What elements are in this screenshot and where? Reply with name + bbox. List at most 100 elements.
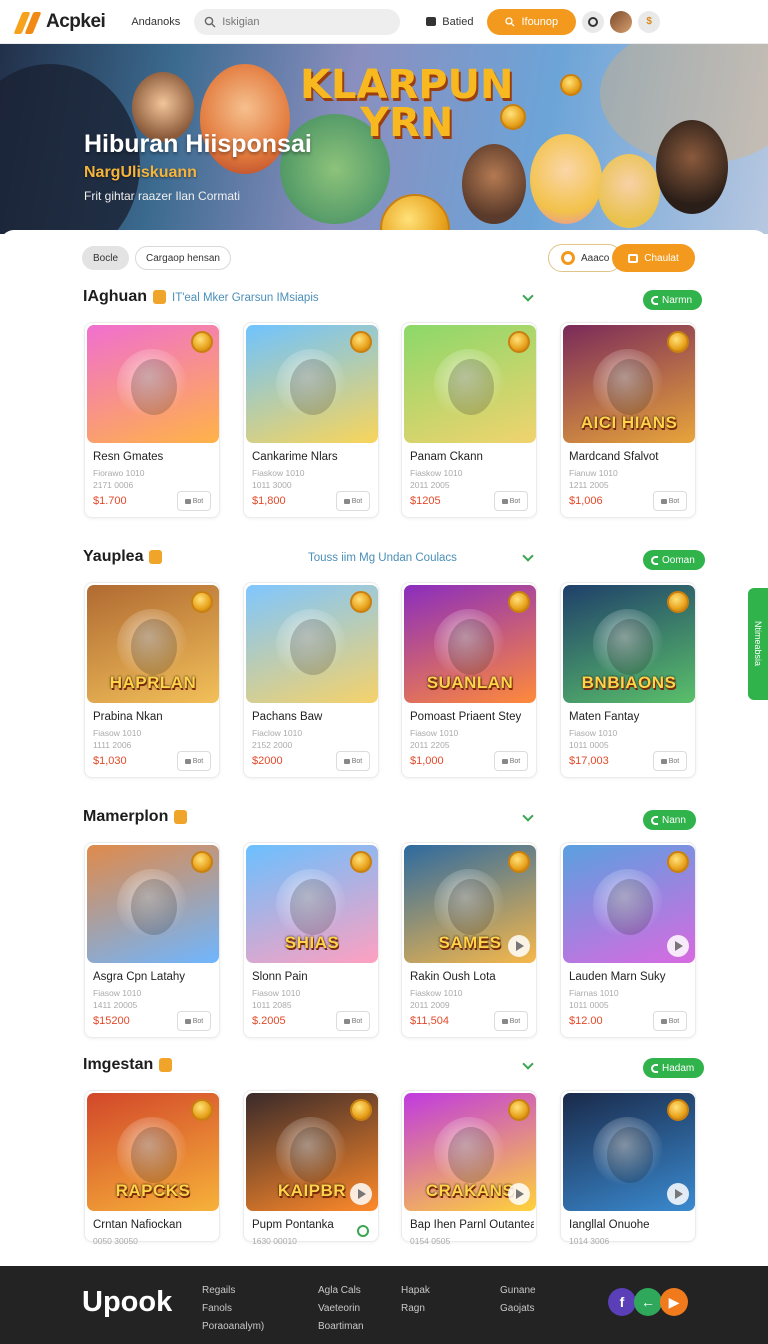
add-to-cart-button[interactable]: Bot bbox=[653, 751, 687, 771]
game-thumbnail[interactable]: CRAKANS bbox=[404, 1093, 536, 1211]
filter-chip-category[interactable]: Cargaop hensan bbox=[135, 246, 231, 270]
game-thumbnail[interactable] bbox=[246, 585, 378, 703]
game-price: $2000 bbox=[252, 755, 283, 767]
saved-button[interactable]: Batied bbox=[426, 16, 473, 28]
footer-link[interactable]: Boartiman bbox=[318, 1318, 364, 1336]
game-price: $1.700 bbox=[93, 495, 127, 507]
game-thumbnail[interactable]: AICI HIANS bbox=[563, 325, 695, 443]
game-card[interactable]: SUANLAN Pomoast Priaent Stey Fiasow 1010 20… bbox=[401, 582, 537, 778]
add-to-cart-button[interactable]: Bot bbox=[336, 1011, 370, 1031]
game-price: $1205 bbox=[410, 495, 441, 507]
add-to-cart-button[interactable]: Bot bbox=[336, 751, 370, 771]
footer: Upook Regails Fanols Poraoanalym) Agla C… bbox=[0, 1266, 768, 1344]
search-input[interactable] bbox=[222, 15, 383, 28]
play-icon[interactable] bbox=[350, 1183, 372, 1205]
game-thumbnail[interactable] bbox=[87, 325, 219, 443]
game-card[interactable]: Resn Gmates Fiorawo 1010 2171 0006 $1.700 Bo… bbox=[84, 322, 220, 518]
add-to-cart-button[interactable]: Bot bbox=[177, 491, 211, 511]
game-name: Crntan Nafiockan bbox=[93, 1219, 182, 1231]
game-thumbnail[interactable] bbox=[404, 325, 536, 443]
footer-link[interactable]: Gunane bbox=[500, 1282, 536, 1300]
search-bar[interactable] bbox=[194, 8, 401, 35]
section-view-all-button[interactable]: Hadam bbox=[643, 1058, 705, 1078]
signup-label: Ifounop bbox=[521, 15, 559, 28]
checkout-button[interactable]: Chaulat bbox=[612, 244, 695, 272]
game-card[interactable]: RAPCKS Crntan Nafiockan 0050 30050 bbox=[84, 1090, 220, 1246]
section-view-all-button[interactable]: Ooman bbox=[643, 550, 705, 570]
signup-button[interactable]: Ifounop bbox=[487, 8, 577, 35]
play-icon[interactable] bbox=[667, 1183, 689, 1205]
game-card[interactable]: HAPRLAN Prabina Nkan Fiasow 1010 1111 2006 $… bbox=[84, 582, 220, 778]
footer-link[interactable]: Regails bbox=[202, 1282, 264, 1300]
footer-link[interactable]: Vaeteorin bbox=[318, 1300, 364, 1318]
game-name: Asgra Cpn Latahy bbox=[93, 971, 186, 983]
game-card[interactable]: Lauden Marn Suky Fiarnas 1010 1011 0005 $12… bbox=[560, 842, 696, 1038]
game-name: Lauden Marn Suky bbox=[569, 971, 666, 983]
game-card[interactable]: Panam Ckann Fiaskow 1010 2011 2005 $1205 Bot bbox=[401, 322, 537, 518]
game-card[interactable]: KAIPBR Pupm Pontanka 1630 00010 bbox=[243, 1090, 379, 1246]
footer-link[interactable]: Poraoanalym) bbox=[202, 1318, 264, 1336]
game-meta: 0050 30050 bbox=[93, 1236, 138, 1246]
add-to-cart-button[interactable]: Bot bbox=[494, 491, 528, 511]
game-thumbnail[interactable]: HAPRLAN bbox=[87, 585, 219, 703]
footer-link[interactable]: Gaojats bbox=[500, 1300, 536, 1318]
add-to-cart-button[interactable]: Bot bbox=[177, 751, 211, 771]
game-thumbnail[interactable] bbox=[563, 1093, 695, 1211]
footer-link[interactable]: Ragn bbox=[401, 1300, 430, 1318]
game-card[interactable]: SAMES Rakin Oush Lota Fiaskow 1010 2011 200… bbox=[401, 842, 537, 1038]
game-card[interactable]: AICI HIANS Mardcand Sfalvot Fianuw 1010 121… bbox=[560, 322, 696, 518]
settings-icon[interactable] bbox=[582, 10, 605, 33]
checkout-label: Chaulat bbox=[644, 252, 679, 264]
section-title: Imgestan bbox=[83, 1056, 173, 1074]
play-icon[interactable] bbox=[667, 935, 689, 957]
bookmark-icon bbox=[426, 17, 437, 26]
game-card[interactable]: Cankarime Nlars Fiaskow 1010 1011 3000 $1,8… bbox=[243, 322, 379, 518]
avatar[interactable] bbox=[610, 10, 633, 33]
add-to-cart-button[interactable]: Bot bbox=[494, 751, 528, 771]
add-to-cart-button[interactable]: Bot bbox=[336, 491, 370, 511]
game-thumbnail[interactable]: KAIPBR bbox=[246, 1093, 378, 1211]
game-card[interactable]: BNBIAONS Maten Fantay Fiasow 1010 1011 0005… bbox=[560, 582, 696, 778]
nav-link[interactable]: Andanoks bbox=[131, 16, 180, 28]
footer-link[interactable]: Hapak bbox=[401, 1282, 430, 1300]
game-card[interactable]: SHIAS Slonn Pain Fiasow 1010 1011 2085 $.200… bbox=[243, 842, 379, 1038]
refresh-icon bbox=[651, 555, 658, 565]
logo[interactable]: Acpkei bbox=[13, 9, 106, 35]
game-thumbnail[interactable] bbox=[246, 325, 378, 443]
game-thumbnail[interactable]: SUANLAN bbox=[404, 585, 536, 703]
footer-link[interactable]: Fanols bbox=[202, 1300, 264, 1318]
add-to-cart-button[interactable]: Bot bbox=[494, 1011, 528, 1031]
section-view-all-button[interactable]: Narmn bbox=[643, 290, 703, 310]
filter-chip-all[interactable]: Bocle bbox=[82, 246, 130, 270]
shopping-bag-icon bbox=[159, 1058, 173, 1072]
game-price: $15200 bbox=[93, 1015, 130, 1027]
game-thumbnail[interactable]: BNBIAONS bbox=[563, 585, 695, 703]
game-thumbnail[interactable] bbox=[87, 845, 219, 963]
game-thumbnail[interactable]: RAPCKS bbox=[87, 1093, 219, 1211]
side-feedback-tab[interactable]: Ntimeabsia bbox=[748, 588, 768, 700]
section-view-all-button[interactable]: Nann bbox=[643, 810, 696, 830]
game-card[interactable]: CRAKANS Bap Ihen Parnl Outantea 0154 0505 bbox=[401, 1090, 537, 1246]
play-icon[interactable]: ▶ bbox=[660, 1288, 688, 1316]
game-card[interactable]: Pachans Baw Fiaclow 1010 2152 2000 $2000 Bot bbox=[243, 582, 379, 778]
footer-link[interactable]: Agla Cals bbox=[318, 1282, 364, 1300]
add-to-cart-button[interactable]: Bot bbox=[653, 1011, 687, 1031]
cart-icon bbox=[660, 758, 667, 764]
add-to-cart-button[interactable]: Bot bbox=[653, 491, 687, 511]
currency-icon[interactable]: $ bbox=[638, 10, 661, 33]
game-meta: Fiasow 1010 2011 2205 bbox=[410, 728, 459, 750]
play-icon[interactable] bbox=[508, 935, 530, 957]
footer-column-3: Hapak Ragn bbox=[401, 1282, 430, 1318]
footer-brand[interactable]: Upook bbox=[82, 1286, 172, 1319]
game-card[interactable]: Iangllal Onuohe 1014 3006 bbox=[560, 1090, 696, 1246]
play-icon[interactable] bbox=[508, 1183, 530, 1205]
facebook-icon[interactable]: f bbox=[608, 1288, 636, 1316]
game-thumbnail[interactable]: SHIAS bbox=[246, 845, 378, 963]
add-to-cart-button[interactable]: Bot bbox=[177, 1011, 211, 1031]
arrow-icon[interactable]: ← bbox=[634, 1288, 662, 1316]
game-card[interactable]: Asgra Cpn Latahy Fiasow 1010 1411 20005 $15… bbox=[84, 842, 220, 1038]
hero-banner[interactable]: KLARPUN YRN Hiburan Hiisponsai NargUlisk… bbox=[0, 44, 768, 234]
game-thumbnail[interactable]: SAMES bbox=[404, 845, 536, 963]
game-thumbnail[interactable] bbox=[563, 845, 695, 963]
shopping-bag-icon bbox=[153, 290, 166, 304]
